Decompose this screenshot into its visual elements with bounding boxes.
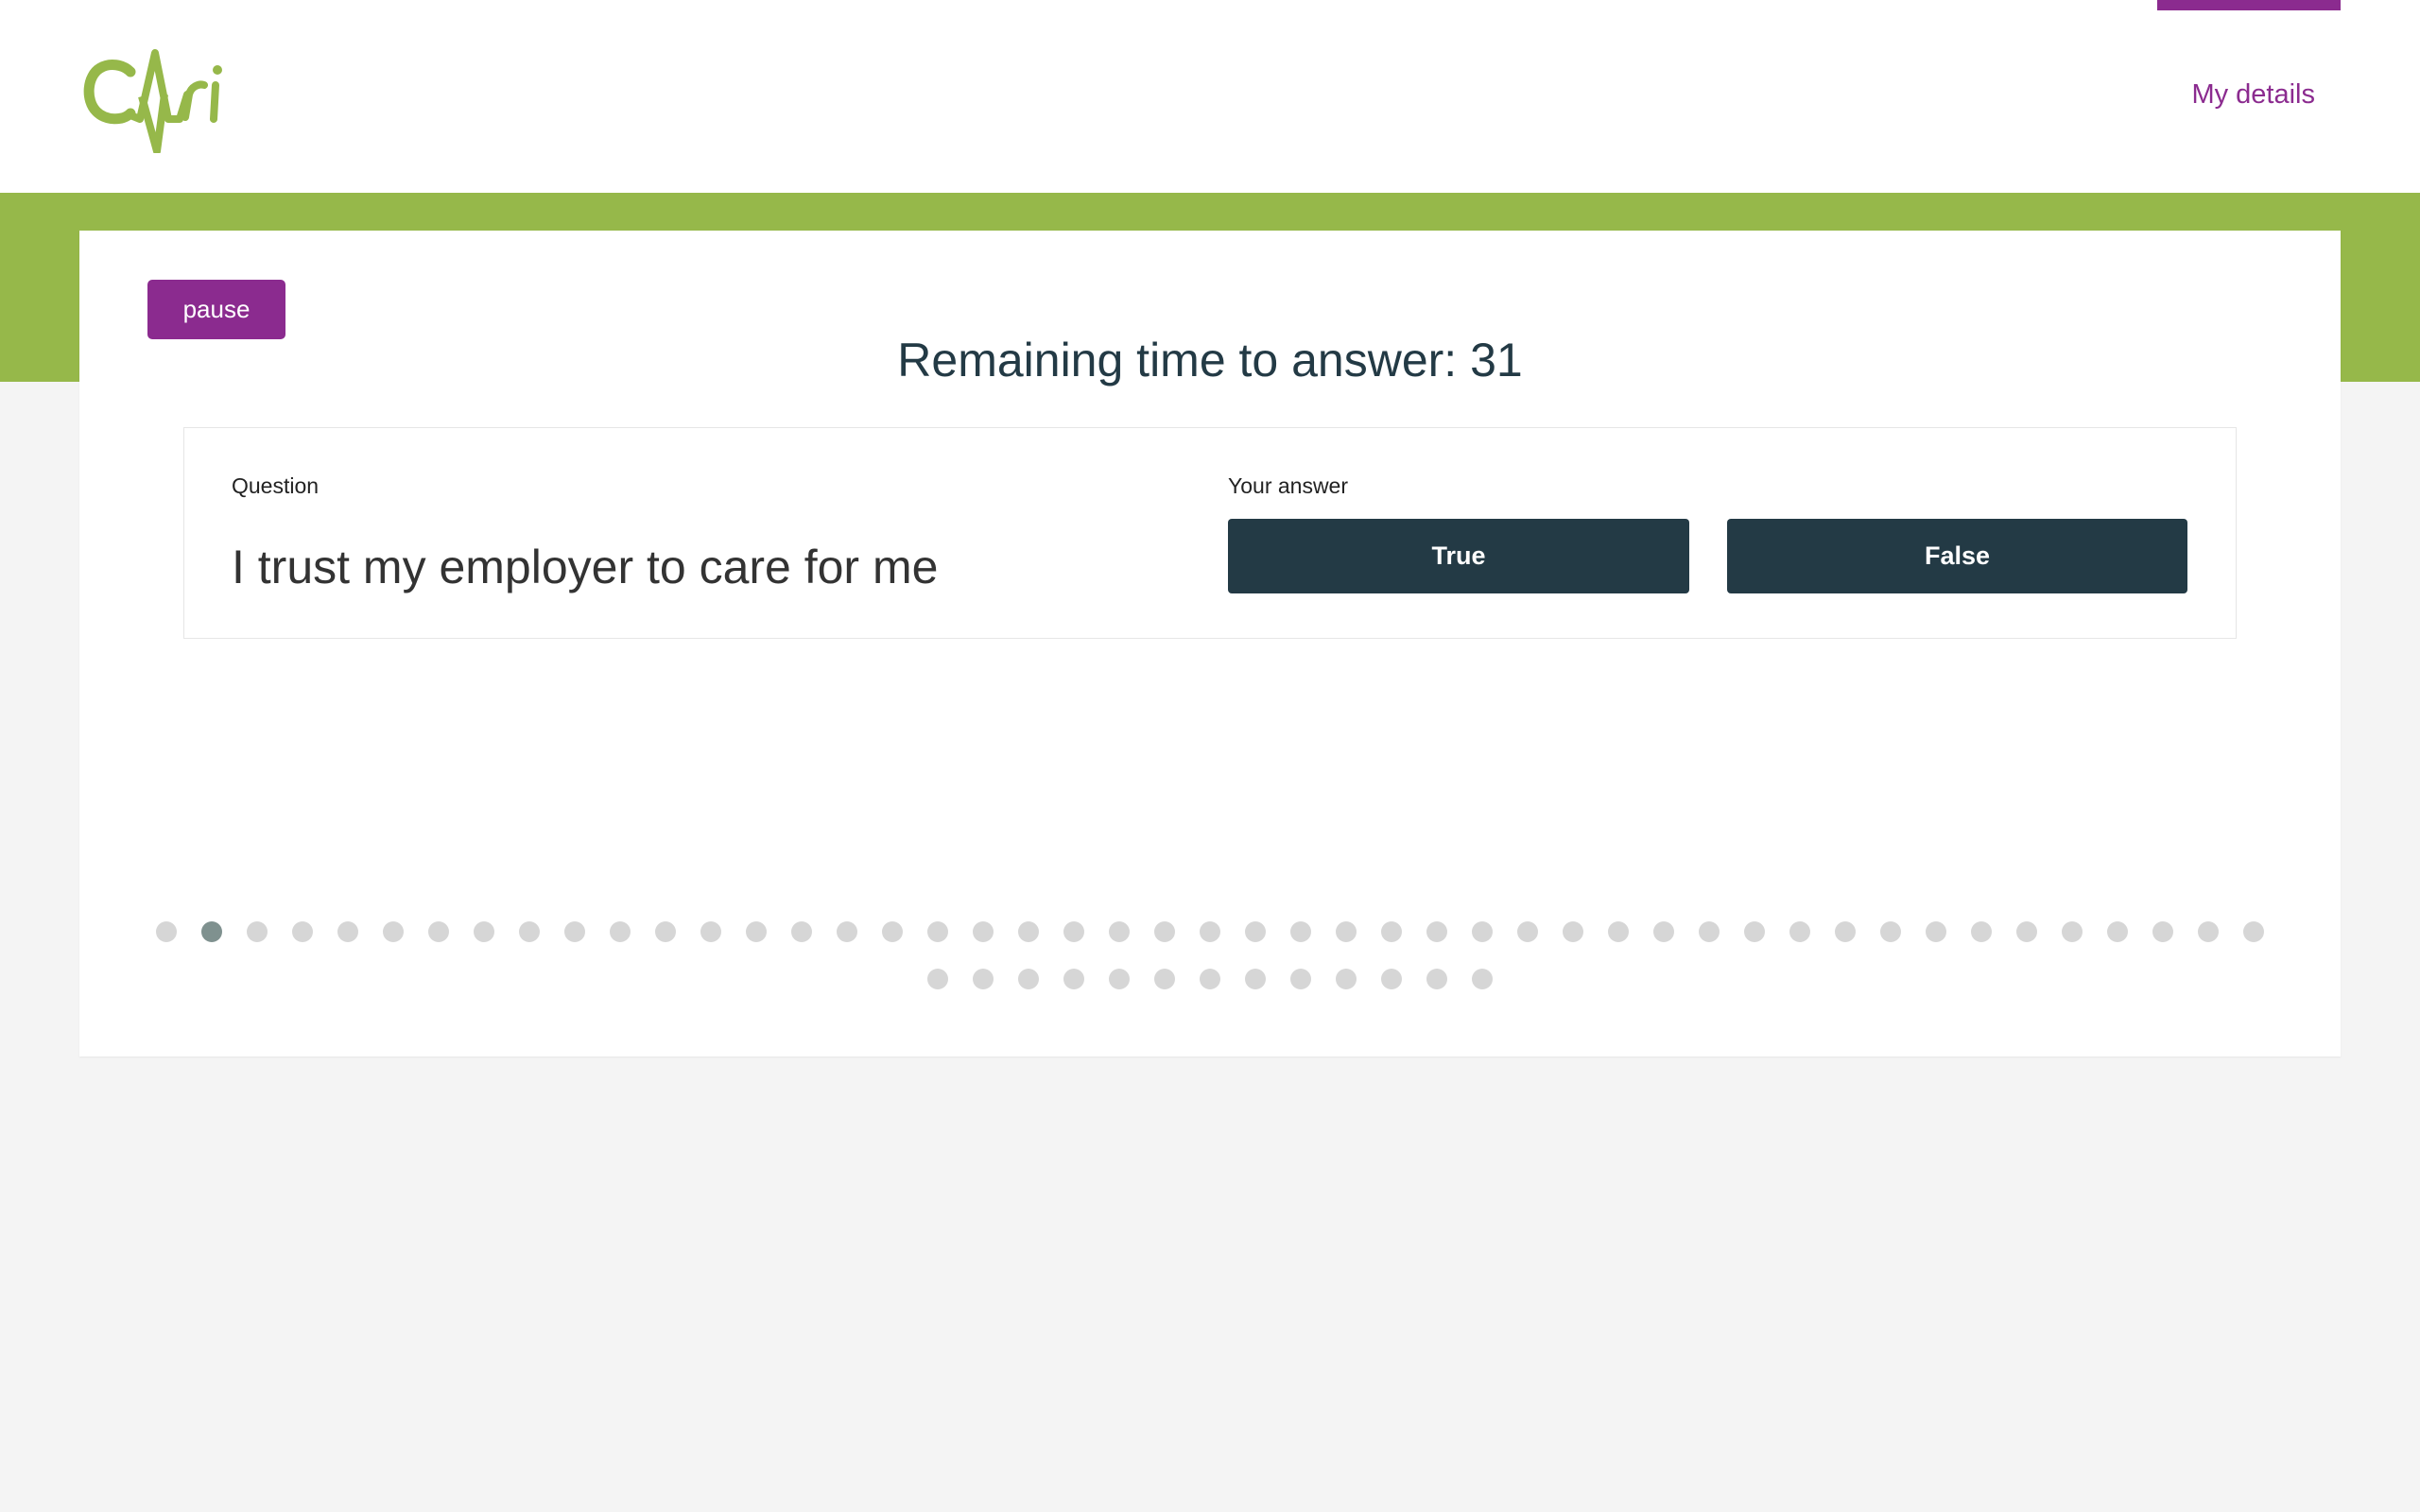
progress-dot[interactable] [564,921,585,942]
progress-dot[interactable] [1563,921,1583,942]
progress-dot[interactable] [1109,969,1130,989]
progress-dot[interactable] [1835,921,1856,942]
progress-dot[interactable] [2198,921,2219,942]
progress-dot[interactable] [428,921,449,942]
progress-dot[interactable] [1245,921,1266,942]
progress-dot[interactable] [1018,921,1039,942]
progress-dot[interactable] [156,921,177,942]
top-accent-bar [2157,0,2341,10]
progress-dot[interactable] [1063,969,1084,989]
progress-dots-row-1 [79,921,2341,942]
site-header: My details [0,0,2420,193]
progress-dot[interactable] [2062,921,2083,942]
progress-dot[interactable] [519,921,540,942]
progress-dot[interactable] [1290,921,1311,942]
my-details-link[interactable]: My details [2191,79,2315,111]
progress-dot-current[interactable] [201,921,222,942]
question-label: Question [232,473,320,498]
remaining-time-heading: Remaining time to answer: 31 [897,334,1523,387]
progress-dot[interactable] [1472,969,1493,989]
answer-label: Your answer [1228,473,1349,498]
progress-dot[interactable] [1109,921,1130,942]
progress-dot[interactable] [927,969,948,989]
progress-dot[interactable] [1200,969,1220,989]
progress-dot[interactable] [292,921,313,942]
progress-dot[interactable] [1154,921,1175,942]
progress-dot[interactable] [1381,969,1402,989]
progress-dots-row-2 [79,969,2341,989]
progress-dot[interactable] [1699,921,1720,942]
true-button[interactable]: True [1228,519,1689,593]
progress-dot[interactable] [700,921,721,942]
progress-dot[interactable] [1653,921,1674,942]
cari-logo[interactable] [81,49,227,153]
progress-dot[interactable] [383,921,404,942]
progress-dot[interactable] [1336,921,1357,942]
progress-dot[interactable] [610,921,631,942]
progress-dot[interactable] [1472,921,1493,942]
progress-dot[interactable] [2152,921,2173,942]
progress-dot[interactable] [2243,921,2264,942]
progress-dot[interactable] [1290,969,1311,989]
progress-dot[interactable] [1608,921,1629,942]
progress-dot[interactable] [1744,921,1765,942]
progress-dot[interactable] [1971,921,1992,942]
progress-dot[interactable] [247,921,268,942]
progress-dot[interactable] [791,921,812,942]
quiz-card: pause Remaining time to answer: 31 Quest… [79,231,2341,1057]
progress-dot[interactable] [1517,921,1538,942]
progress-dot[interactable] [1200,921,1220,942]
progress-dot[interactable] [837,921,857,942]
progress-dot[interactable] [973,921,994,942]
progress-dot[interactable] [2016,921,2037,942]
progress-dot[interactable] [1154,969,1175,989]
question-text: I trust my employer to care for me [232,541,939,593]
progress-dot[interactable] [1426,921,1447,942]
progress-dot[interactable] [973,969,994,989]
progress-dot[interactable] [1381,921,1402,942]
progress-dot[interactable] [1245,969,1266,989]
question-answer-panel: Question I trust my employer to care for… [183,427,2237,639]
progress-dot[interactable] [1063,921,1084,942]
progress-dot[interactable] [927,921,948,942]
progress-dot[interactable] [1926,921,1946,942]
progress-dot[interactable] [655,921,676,942]
false-button[interactable]: False [1727,519,2187,593]
progress-dot[interactable] [1018,969,1039,989]
progress-dot[interactable] [2107,921,2128,942]
progress-dot[interactable] [1880,921,1901,942]
progress-dot[interactable] [474,921,494,942]
progress-dot[interactable] [1789,921,1810,942]
progress-dot[interactable] [1426,969,1447,989]
progress-dot[interactable] [1336,969,1357,989]
progress-dot[interactable] [882,921,903,942]
progress-dot[interactable] [746,921,767,942]
progress-dot[interactable] [337,921,358,942]
pause-button[interactable]: pause [147,280,285,339]
